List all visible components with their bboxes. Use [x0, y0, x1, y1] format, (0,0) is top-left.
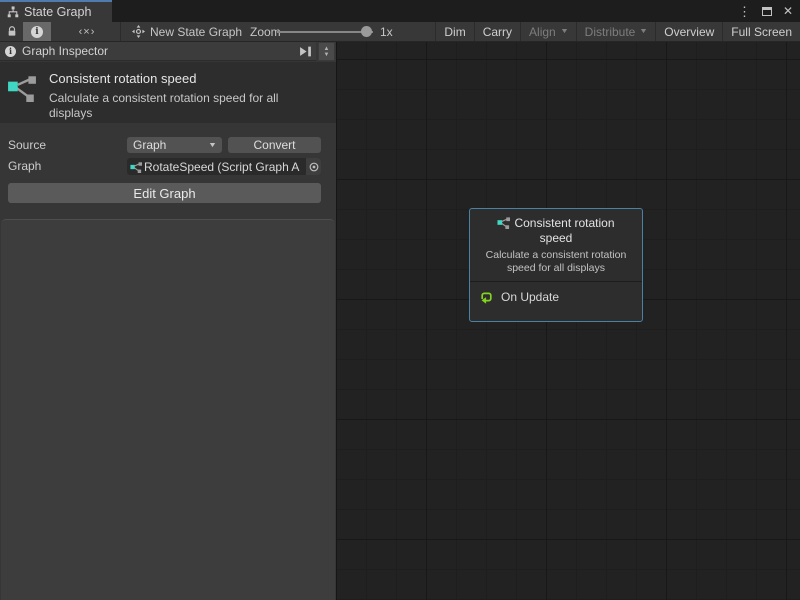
- state-graph-icon: [497, 216, 510, 229]
- toolbar-right-group: Dim Carry Align ▼ Distribute ▼ Overview …: [435, 22, 800, 41]
- graph-summary-text: Consistent rotation speed Calculate a co…: [49, 70, 317, 123]
- state-node-title-text: Consistent rotation speed: [514, 216, 614, 245]
- overview-button-label: Overview: [664, 25, 714, 39]
- inspector-header: i Graph Inspector: [0, 42, 316, 61]
- distribute-button[interactable]: Distribute ▼: [576, 22, 656, 41]
- object-picker-icon: [309, 162, 319, 172]
- inspector-title: Graph Inspector: [22, 44, 108, 58]
- carry-button-label: Carry: [483, 25, 512, 39]
- new-state-graph-button[interactable]: New State Graph: [150, 22, 242, 41]
- inspector-empty-section: [1, 219, 335, 600]
- code-view-button[interactable]: ‹×›: [66, 22, 108, 41]
- state-node-title: Consistent rotation speed: [474, 216, 638, 247]
- info-icon: i: [5, 46, 16, 57]
- move-icon: [132, 25, 145, 38]
- dim-button-label: Dim: [444, 25, 465, 39]
- source-dropdown[interactable]: Graph ▼: [127, 137, 222, 153]
- overview-button[interactable]: Overview: [655, 22, 722, 41]
- state-node-header: Consistent rotation speed Calculate a co…: [470, 209, 642, 276]
- toolbar-separator: [120, 22, 121, 41]
- state-node-description: Calculate a consistent rotation speed fo…: [474, 249, 638, 276]
- full-screen-button[interactable]: Full Screen: [722, 22, 800, 41]
- pan-move-icon: [130, 22, 146, 41]
- on-update-label: On Update: [501, 290, 559, 304]
- on-update-icon: [478, 289, 494, 305]
- state-graph-icon: [7, 72, 37, 102]
- object-picker-button[interactable]: [306, 158, 321, 175]
- script-graph-icon: [130, 161, 142, 173]
- dim-button[interactable]: Dim: [435, 22, 473, 41]
- title-bar: State Graph ⋮ ✕: [0, 0, 800, 22]
- chevron-down-icon: ▼: [639, 28, 648, 35]
- graph-inspector-panel: i Graph Inspector ▲ ▼ Consistent rotatio…: [0, 42, 337, 600]
- lock-button[interactable]: [2, 22, 22, 41]
- zoom-slider-handle[interactable]: [361, 26, 372, 37]
- graph-object-value: RotateSpeed (Script Graph A: [144, 160, 304, 174]
- graph-field-label: Graph: [8, 159, 41, 173]
- tab-state-graph[interactable]: State Graph: [0, 0, 112, 22]
- maximize-icon[interactable]: [762, 7, 772, 16]
- graph-title: Consistent rotation speed: [49, 71, 317, 86]
- inspector-toggle-button[interactable]: i: [23, 22, 51, 41]
- full-screen-button-label: Full Screen: [731, 25, 792, 39]
- tab-label: State Graph: [24, 5, 91, 19]
- carry-button[interactable]: Carry: [474, 22, 520, 41]
- close-icon[interactable]: ✕: [783, 5, 793, 17]
- source-field-label: Source: [8, 138, 46, 152]
- chevron-down-icon: ▼: [560, 28, 569, 35]
- state-node-consistent-rotation-speed[interactable]: Consistent rotation speed Calculate a co…: [469, 208, 643, 322]
- graph-object-field[interactable]: RotateSpeed (Script Graph A: [127, 158, 321, 175]
- convert-button[interactable]: Convert: [228, 137, 321, 153]
- source-dropdown-value: Graph: [133, 138, 166, 152]
- graph-description: Calculate a consistent rotation speed fo…: [49, 91, 317, 120]
- align-button[interactable]: Align ▼: [520, 22, 576, 41]
- code-icon: ‹×›: [79, 26, 96, 38]
- zoom-slider-track[interactable]: [277, 31, 373, 33]
- lock-icon: [7, 25, 17, 38]
- zoom-value: 1x: [380, 22, 393, 41]
- chevron-down-icon: ▼: [208, 142, 217, 149]
- state-graph-tab-icon: [7, 6, 19, 18]
- spinner-down-icon[interactable]: ▼: [324, 52, 330, 58]
- window-menu-icon[interactable]: ⋮: [738, 5, 751, 18]
- edit-graph-button[interactable]: Edit Graph: [8, 183, 321, 203]
- distribute-button-label: Distribute: [585, 25, 636, 39]
- dock-panel-icon[interactable]: [299, 46, 312, 57]
- state-node-events: On Update: [470, 282, 642, 312]
- graph-toolbar: i ‹×› New State Graph Zoom 1x Dim Carry …: [0, 22, 800, 42]
- info-icon: i: [31, 26, 43, 38]
- panel-scroll-spinner[interactable]: ▲ ▼: [318, 42, 335, 61]
- graph-summary-box: Consistent rotation speed Calculate a co…: [0, 62, 336, 123]
- window-controls: ⋮ ✕: [738, 0, 793, 22]
- state-graph-canvas[interactable]: Consistent rotation speed Calculate a co…: [337, 42, 800, 600]
- align-button-label: Align: [529, 25, 556, 39]
